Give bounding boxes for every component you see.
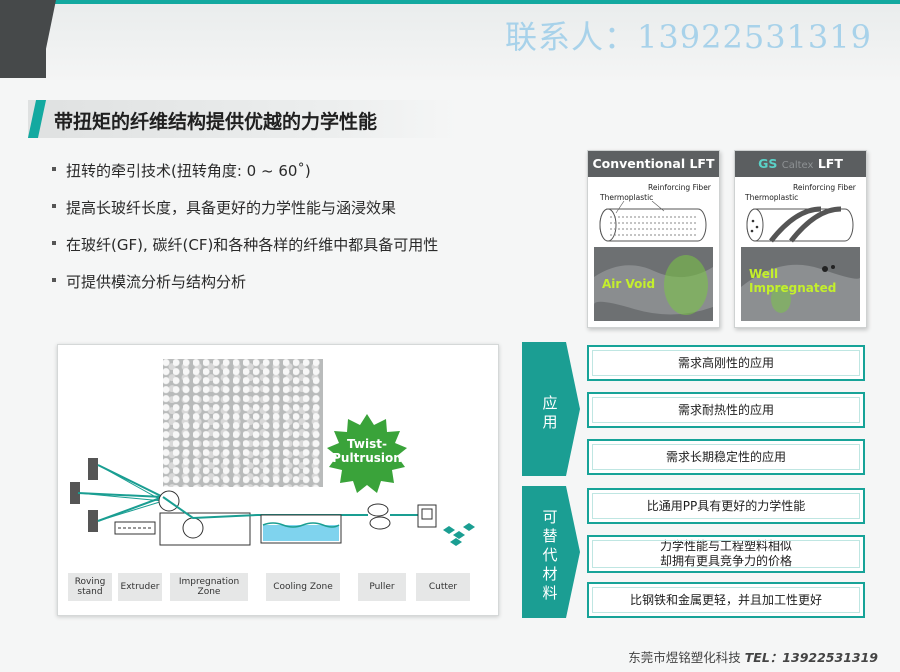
impregnated-text: Impregnated [749, 281, 837, 295]
air-void-micrograph: Air Void [594, 247, 713, 321]
conventional-lft-panel: Conventional LFT Reinforcing Fiber Therm… [587, 150, 720, 328]
gs-caltex-lft-panel: GS Caltex LFT Reinforcing Fiber Thermopl… [734, 150, 867, 328]
stage-cutter: Cutter [416, 573, 470, 601]
footer-company: 东莞市煜铭塑化科技 [628, 650, 745, 665]
feature-text: 扭转的牵引技术(扭转角度: 0 ~ 60˚) [66, 162, 311, 180]
reinforcing-fiber-label: Reinforcing Fiber [793, 183, 856, 192]
alternative-item: 比钢铁和金属更轻，并且加工性更好 [587, 582, 865, 618]
gs-title-mid: Caltex [781, 160, 814, 171]
alternative-item: 力学性能与工程塑料相似 却拥有更具竞争力的价格 [587, 535, 865, 573]
page-title: 带扭矩的纤维结构提供优越的力学性能 [54, 111, 378, 133]
feature-item: 提高长玻纤长度，具备更好的力学性能与涵浸效果 [52, 197, 438, 234]
title-bar: 带扭矩的纤维结构提供优越的力学性能 [27, 100, 458, 138]
alternative-label-char: 材 [542, 565, 558, 583]
application-item: 需求长期稳定性的应用 [587, 439, 865, 475]
stage-puller: Puller [358, 573, 406, 601]
well-text: Well [749, 267, 779, 281]
header-dark-slant [40, 0, 56, 78]
feature-item: 扭转的牵引技术(扭转角度: 0 ~ 60˚) [52, 160, 438, 197]
bullet-icon [52, 278, 56, 282]
conventional-fiber-diagram-icon [599, 201, 707, 242]
twisted-fiber-diagram-icon [746, 206, 854, 243]
header-accent-line [0, 0, 900, 4]
well-impregnated-label: Well Impregnated [749, 267, 836, 295]
twist-pultrusion-process-diagram: Twist- Pultrusion Roving stand Extruder … [57, 344, 499, 616]
stage-impregnation-zone: Impregnation Zone [170, 573, 248, 601]
bullet-icon [52, 204, 56, 208]
process-line-schematic-icon [70, 458, 475, 546]
stage-cooling-zone: Cooling Zone [266, 573, 340, 601]
feature-item: 在玻纤(GF), 碳纤(CF)和各种各样的纤维中都具备可用性 [52, 234, 438, 271]
air-void-label: Air Void [602, 277, 656, 291]
conventional-lft-title: Conventional LFT [588, 151, 719, 177]
alternative-material-chevron: 可 替 代 材 料 [522, 486, 580, 618]
application-label-char: 用 [542, 413, 558, 431]
application-item: 需求耐热性的应用 [587, 392, 865, 428]
reinforcing-fiber-label: Reinforcing Fiber [648, 183, 711, 192]
well-impregnated-micrograph: Well Impregnated [741, 247, 860, 321]
feature-text: 在玻纤(GF), 碳纤(CF)和各种各样的纤维中都具备可用性 [66, 236, 439, 254]
stage-extruder: Extruder [118, 573, 162, 601]
footer-tel: TEL：13922531319 [744, 650, 878, 665]
alternative-item: 比通用PP具有更好的力学性能 [587, 488, 865, 524]
gs-caltex-lft-title: GS Caltex LFT [735, 151, 866, 177]
application-label-char: 应 [542, 394, 558, 412]
alternative-label-char: 可 [542, 508, 558, 526]
feature-list: 扭转的牵引技术(扭转角度: 0 ~ 60˚) 提高长玻纤长度，具备更好的力学性能… [52, 160, 438, 308]
alternative-label-char: 料 [542, 584, 558, 602]
feature-text: 可提供模流分析与结构分析 [66, 273, 247, 291]
application-chevron: 应 用 [522, 342, 580, 476]
gs-title-suffix: LFT [817, 156, 843, 171]
application-label: 应 用 [538, 394, 562, 432]
title-accent-mark [27, 100, 47, 138]
gs-title-prefix: GS [758, 156, 778, 171]
bullet-icon [52, 167, 56, 171]
feature-text: 提高长玻纤长度，具备更好的力学性能与涵浸效果 [66, 199, 397, 217]
contact-phone: 联系人：13922531319 [505, 18, 872, 56]
alternative-label-char: 替 [542, 527, 558, 545]
feature-item: 可提供模流分析与结构分析 [52, 271, 438, 308]
alternative-label-char: 代 [542, 546, 558, 564]
alternative-material-label: 可 替 代 材 料 [538, 508, 562, 603]
application-item: 需求高刚性的应用 [587, 345, 865, 381]
bullet-icon [52, 241, 56, 245]
stage-roving-stand: Roving stand [68, 573, 112, 601]
footer-company-contact: 东莞市煜铭塑化科技 TEL：13922531319 [628, 647, 878, 666]
